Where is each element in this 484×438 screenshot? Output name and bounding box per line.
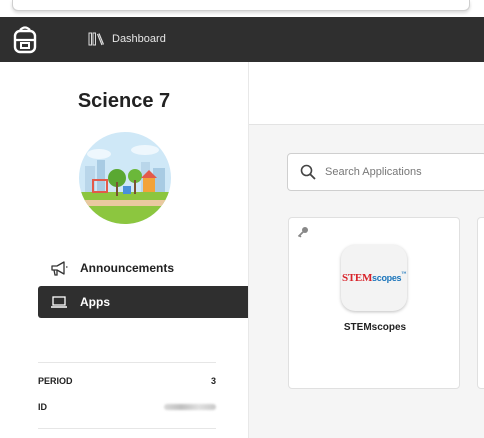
nav-announcements[interactable]: Announcements [38, 252, 248, 284]
search-box[interactable] [287, 153, 484, 191]
dashboard-link[interactable]: Dashboard [88, 31, 166, 47]
stemscopes-logo-icon[interactable]: STEMscopes™ [341, 245, 407, 311]
logo-text-stem: STEM [342, 272, 373, 284]
app-card-partial[interactable] [477, 217, 484, 389]
search-icon [300, 164, 316, 180]
course-title: Science 7 [77, 90, 171, 112]
divider [38, 362, 216, 363]
main-content: STEMscopes™ STEMscopes [249, 62, 484, 438]
info-row-period: PERIOD 3 [38, 376, 216, 386]
nav-apps[interactable]: Apps [38, 286, 248, 318]
dashboard-label: Dashboard [112, 33, 166, 45]
info-label: ID [38, 402, 47, 412]
logo-text-scopes: scopes [372, 273, 402, 283]
app-name: STEMscopes [343, 322, 407, 333]
top-bar-edge [12, 0, 470, 11]
backpack-logo-icon[interactable] [12, 26, 38, 54]
logo-text-tm: ™ [401, 272, 406, 277]
app-card-stemscopes[interactable]: STEMscopes™ STEMscopes [288, 217, 460, 389]
info-row-id: ID [38, 402, 216, 412]
search-input[interactable] [323, 165, 477, 179]
divider [38, 428, 216, 429]
top-header: Dashboard [0, 17, 484, 62]
key-icon [297, 227, 308, 238]
library-icon [88, 32, 104, 46]
info-label: PERIOD [38, 376, 73, 386]
nav-label: Announcements [80, 261, 175, 275]
info-value: 3 [210, 376, 216, 386]
megaphone-icon [51, 261, 68, 276]
laptop-icon [51, 296, 67, 308]
main-top-band [249, 62, 484, 125]
nav-label: Apps [80, 295, 110, 309]
top-strip [0, 0, 484, 17]
course-avatar [79, 132, 171, 224]
sidebar: Science 7 Announcements Apps PERIOD 3 ID [0, 62, 249, 438]
redacted-id-value [164, 404, 216, 410]
